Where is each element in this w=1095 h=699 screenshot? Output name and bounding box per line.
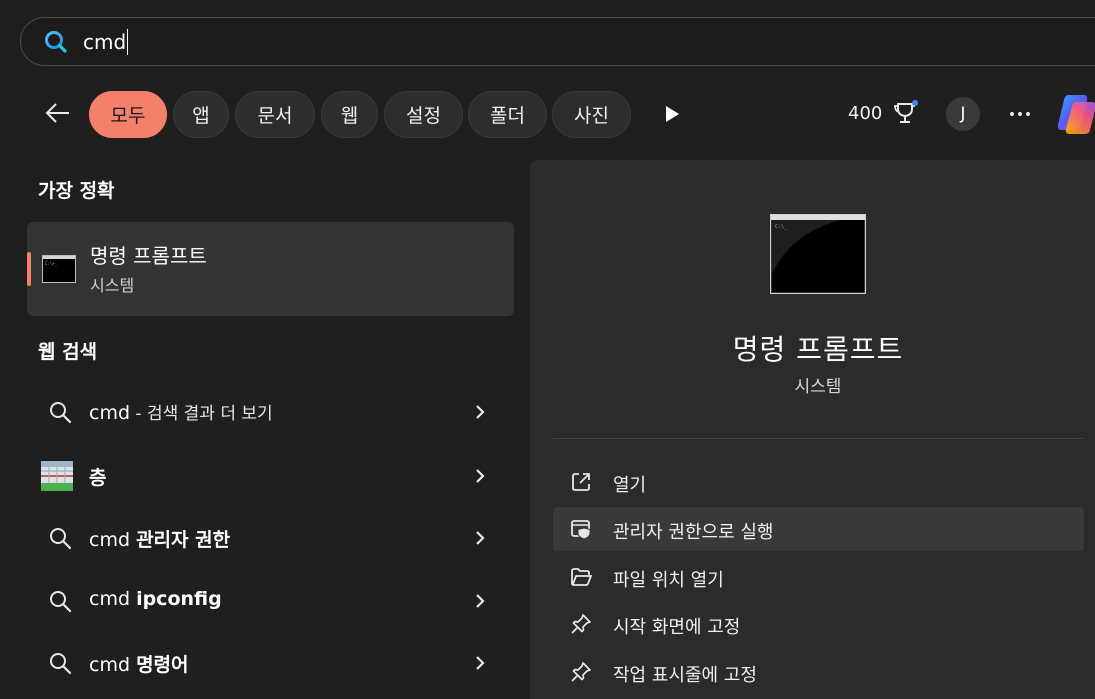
search-icon [47,399,73,425]
action-pin-to-start[interactable]: 시작 화면에 고정 [553,602,1084,646]
web-result-suggestion: ipconfig [136,588,222,610]
web-result-text: 층 [89,463,106,490]
web-result-prefix: cmd [89,654,137,676]
web-result-query: 층 [89,467,107,489]
command-prompt-large-icon: C:\_ [769,213,867,295]
text-caret [127,28,129,55]
command-prompt-app-icon: C:\>_ [42,255,76,283]
action-open-file-location[interactable]: 파일 위치 열기 [553,555,1084,599]
avatar-initial: J [960,104,966,124]
rewards-trophy-icon[interactable] [892,99,920,127]
filter-tab-settings[interactable]: 설정 [384,91,463,138]
search-icon [47,588,73,614]
search-icon [47,525,73,551]
search-icon [43,29,69,55]
web-result-item[interactable]: 층 [27,449,514,503]
chevron-right-icon [470,465,490,487]
more-options-button[interactable] [1004,100,1036,128]
web-result-item[interactable]: cmd ipconfig [27,574,514,628]
chevron-right-icon [470,527,490,549]
web-result-text: cmd 명령어 [89,650,189,677]
arrow-left-icon [45,103,69,123]
search-input[interactable]: cmd [83,28,129,55]
search-icon [47,650,73,676]
web-search-heading: 웹 검색 [38,341,98,363]
filter-tab-folders[interactable]: 폴더 [468,91,547,138]
web-result-item[interactable]: cmd - 검색 결과 더 보기 [27,385,514,439]
best-match-heading: 가장 정확 [38,180,115,202]
action-pin-to-taskbar[interactable]: 작업 표시줄에 고정 [553,650,1084,694]
open-external-icon [569,470,593,494]
details-title: 명령 프롬프트 [732,333,904,366]
shield-admin-icon [569,517,593,541]
pin-icon [569,612,593,636]
back-button[interactable] [40,95,76,131]
filter-tab-photos[interactable]: 사진 [552,91,631,138]
chevron-right-icon [470,401,490,423]
svg-text:C:\_: C:\_ [775,224,788,230]
action-open[interactable]: 열기 [553,460,1084,504]
action-run-as-admin[interactable]: 관리자 권한으로 실행 [553,507,1084,551]
details-subtitle: 시스템 [794,377,842,397]
account-avatar[interactable]: J [946,97,980,131]
web-result-text: cmd ipconfig [89,588,222,610]
best-match-subtitle: 시스템 [90,276,135,295]
chevron-right-icon [470,652,490,674]
rewards-points[interactable]: 400 [848,103,882,124]
filter-tab-documents[interactable]: 문서 [235,91,315,138]
filter-tab-web[interactable]: 웹 [321,91,378,138]
layers-image-icon [41,461,73,491]
action-label: 파일 위치 열기 [613,570,724,591]
filter-tab-all[interactable]: 모두 [89,91,167,138]
web-result-suffix: - 검색 결과 더 보기 [130,404,273,424]
best-match-title: 명령 프롬프트 [90,244,207,268]
web-result-query: cmd [89,402,131,424]
web-result-prefix: cmd [89,529,137,551]
details-panel: C:\_ 명령 프롬프트 시스템 열기 관리자 권한으로 실행 파일 위치 열기… [530,160,1095,699]
filter-tab-apps[interactable]: 앱 [173,91,229,138]
copilot-logo-icon[interactable] [1054,92,1095,136]
web-result-prefix: cmd [89,588,137,610]
web-result-text: cmd 관리자 권한 [89,525,230,552]
best-match-result[interactable]: C:\>_ 명령 프롬프트 시스템 [27,222,514,316]
action-label: 열기 [613,475,647,496]
details-divider [553,438,1083,439]
action-label: 시작 화면에 고정 [613,617,741,638]
action-label: 작업 표시줄에 고정 [613,665,757,686]
chevron-right-icon [470,590,490,612]
web-result-item[interactable]: cmd 관리자 권한 [27,511,514,565]
search-query-text: cmd [83,29,127,54]
svg-text:C:\>_: C:\>_ [45,261,58,266]
web-result-suggestion: 명령어 [136,654,189,676]
search-bar[interactable]: cmd [20,17,1095,66]
selection-accent-bar [27,252,31,286]
folder-open-icon [569,565,593,589]
play-icon [666,106,679,122]
web-result-suggestion: 관리자 권한 [136,529,231,551]
ellipsis-icon [1010,112,1030,116]
action-label: 관리자 권한으로 실행 [613,522,774,543]
web-result-item[interactable]: cmd 명령어 [27,636,514,690]
pin-icon [569,660,593,684]
more-filters-button[interactable] [660,102,684,126]
web-result-text: cmd - 검색 결과 더 보기 [89,399,273,424]
